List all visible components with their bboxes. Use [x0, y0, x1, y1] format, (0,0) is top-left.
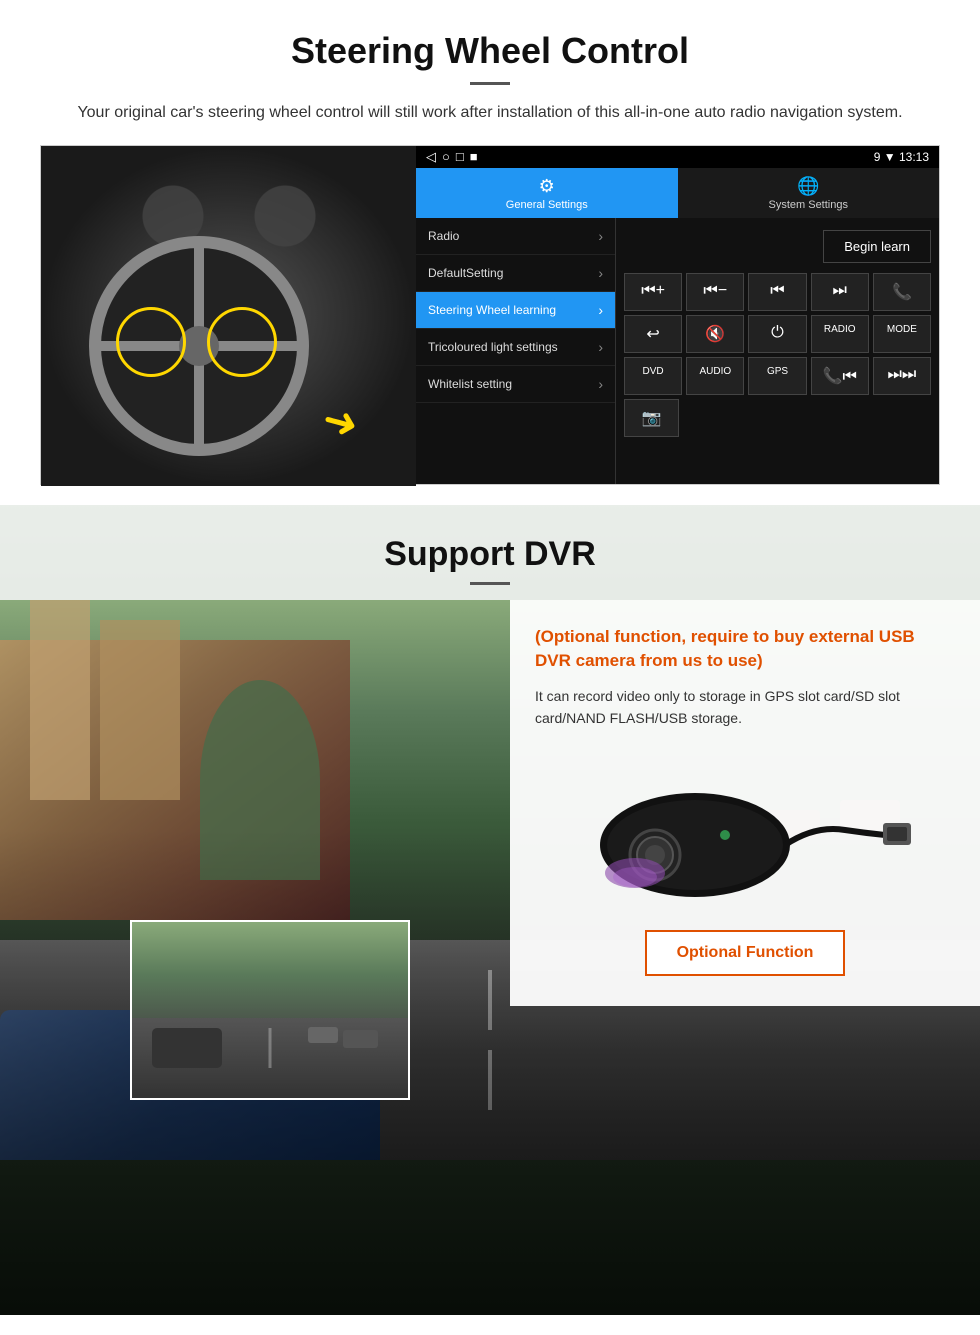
- ctrl-cam[interactable]: 📷: [624, 399, 679, 437]
- menu-item-default[interactable]: DefaultSetting ›: [416, 255, 615, 292]
- tab-system-settings[interactable]: 🌐 System Settings: [678, 168, 940, 218]
- statusbar-time: 9 ▼ 13:13: [874, 150, 929, 164]
- menu-item-tricoloured[interactable]: Tricoloured light settings ›: [416, 329, 615, 366]
- ctrl-mode[interactable]: MODE: [873, 315, 931, 353]
- menu-whitelist-label: Whitelist setting: [428, 377, 512, 391]
- steering-wheel-image: ➜: [41, 146, 416, 486]
- menu-default-arrow: ›: [598, 265, 603, 281]
- ctrl-back[interactable]: ↩: [624, 315, 682, 353]
- recents-icon: □: [456, 149, 464, 165]
- ctrl-phone-prev[interactable]: 📞⏮: [811, 357, 869, 395]
- tab-general-label: General Settings: [506, 199, 588, 211]
- ctrl-row-1: ⏮+ ⏮− ⏮ ⏭ 📞: [624, 273, 931, 311]
- settings-menu: Radio › DefaultSetting › Steering Wheel …: [416, 218, 616, 484]
- ctrl-power[interactable]: ⏻: [748, 315, 806, 353]
- dvr-building-1: [30, 600, 90, 800]
- ctrl-gps[interactable]: GPS: [748, 357, 806, 395]
- ctrl-phone[interactable]: 📞: [873, 273, 931, 311]
- ctrl-vol-down[interactable]: ⏮−: [686, 273, 744, 311]
- menu-steering-arrow: ›: [598, 302, 603, 318]
- ctrl-next-track[interactable]: ⏭: [811, 273, 869, 311]
- ctrl-row-3: DVD AUDIO GPS 📞⏮ ⏭⏭: [624, 357, 931, 395]
- ctrl-mute[interactable]: 🔇: [686, 315, 744, 353]
- ctrl-row-2: ↩ 🔇 ⏻ RADIO MODE: [624, 315, 931, 353]
- back-icon: ◁: [426, 149, 436, 165]
- tab-system-label: System Settings: [769, 199, 848, 211]
- dvr-building-2: [100, 620, 180, 800]
- steering-left-circle: [116, 307, 186, 377]
- ctrl-audio[interactable]: AUDIO: [686, 357, 744, 395]
- dvr-section: Support DVR: [0, 505, 980, 1315]
- stop-icon: ■: [470, 149, 478, 165]
- ctrl-radio[interactable]: RADIO: [811, 315, 869, 353]
- ctrl-row-4: 📷: [624, 399, 931, 437]
- menu-whitelist-arrow: ›: [598, 376, 603, 392]
- steering-section: Steering Wheel Control Your original car…: [0, 0, 980, 505]
- yellow-arrow: ➜: [318, 393, 365, 449]
- menu-item-radio[interactable]: Radio ›: [416, 218, 615, 255]
- general-settings-icon: ⚙: [539, 176, 555, 197]
- dvr-title-area: Support DVR: [0, 505, 980, 600]
- menu-steering-label: Steering Wheel learning: [428, 303, 556, 317]
- begin-learn-row: Begin learn: [624, 226, 931, 267]
- menu-item-steering[interactable]: Steering Wheel learning ›: [416, 292, 615, 329]
- statusbar-icons: ◁ ○ □ ■: [426, 149, 478, 165]
- steering-content-area: ➜ ◁ ○ □ ■ 9 ▼ 13:13 ⚙ General Setting: [40, 145, 940, 485]
- android-ui-panel: ◁ ○ □ ■ 9 ▼ 13:13 ⚙ General Settings 🌐 S…: [416, 146, 939, 484]
- steering-subtitle: Your original car's steering wheel contr…: [40, 101, 940, 125]
- android-statusbar: ◁ ○ □ ■ 9 ▼ 13:13: [416, 146, 939, 168]
- android-body: Radio › DefaultSetting › Steering Wheel …: [416, 218, 939, 484]
- steering-divider: [470, 82, 510, 85]
- ctrl-vol-up[interactable]: ⏮+: [624, 273, 682, 311]
- steering-title: Steering Wheel Control: [40, 30, 940, 72]
- dvr-description: It can record video only to storage in G…: [535, 685, 955, 730]
- android-tabs[interactable]: ⚙ General Settings 🌐 System Settings: [416, 168, 939, 218]
- dvr-camera-image: [535, 745, 955, 910]
- dvr-optional-text: (Optional function, require to buy exter…: [535, 625, 955, 673]
- menu-default-label: DefaultSetting: [428, 266, 503, 280]
- menu-tricoloured-label: Tricoloured light settings: [428, 340, 558, 354]
- menu-radio-label: Radio: [428, 229, 459, 243]
- steering-content-controls: Begin learn ⏮+ ⏮− ⏮ ⏭ 📞 ↩: [616, 218, 939, 484]
- begin-learn-button[interactable]: Begin learn: [823, 230, 931, 263]
- ctrl-prev-track[interactable]: ⏮: [748, 273, 806, 311]
- dvr-title: Support DVR: [0, 535, 980, 574]
- dvr-divider: [470, 582, 510, 585]
- dvr-camera-svg: [575, 745, 915, 905]
- dvr-thumbnail-image: [130, 920, 410, 1100]
- menu-item-whitelist[interactable]: Whitelist setting ›: [416, 366, 615, 403]
- home-icon: ○: [442, 149, 450, 165]
- optional-function-button[interactable]: Optional Function: [645, 930, 845, 976]
- ctrl-dvd[interactable]: DVD: [624, 357, 682, 395]
- steering-right-circle: [207, 307, 277, 377]
- system-settings-icon: 🌐: [797, 176, 819, 197]
- menu-radio-arrow: ›: [598, 228, 603, 244]
- tab-general-settings[interactable]: ⚙ General Settings: [416, 168, 678, 218]
- menu-tricoloured-arrow: ›: [598, 339, 603, 355]
- dvr-info-box: (Optional function, require to buy exter…: [510, 600, 980, 1006]
- control-buttons-grid: ⏮+ ⏮− ⏮ ⏭ 📞 ↩ 🔇 ⏻ RADIO MODE: [624, 273, 931, 437]
- ctrl-next-end[interactable]: ⏭⏭: [873, 357, 931, 395]
